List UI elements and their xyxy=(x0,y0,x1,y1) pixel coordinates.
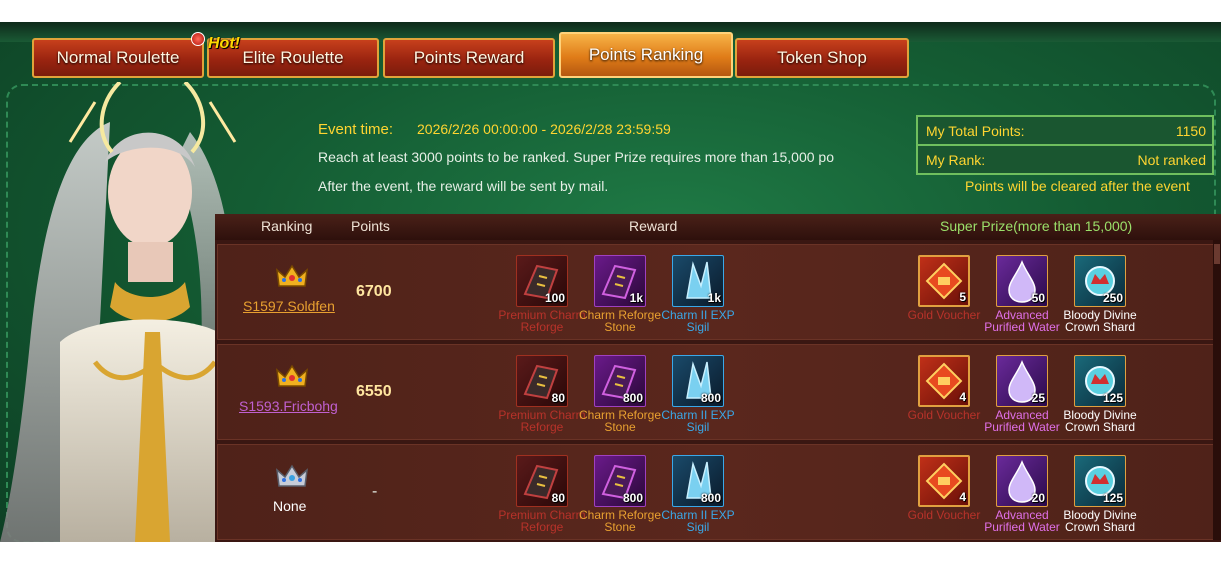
item-count: 250 xyxy=(1102,291,1123,305)
item-label: Charm Reforge Stone xyxy=(578,409,662,434)
super-item-crown-shard[interactable]: 125 xyxy=(1074,355,1126,407)
item-count: 1k xyxy=(629,291,643,305)
player-points: 6700 xyxy=(356,283,392,300)
item-count: 800 xyxy=(700,491,721,505)
player-points: - xyxy=(372,483,378,500)
tab-token-shop[interactable]: Token Shop xyxy=(735,38,909,78)
item-label: Gold Voucher xyxy=(907,509,981,522)
tab-normal-roulette[interactable]: Normal Roulette xyxy=(32,38,204,78)
table-header: Ranking Points Reward Super Prize(more t… xyxy=(215,214,1221,240)
silver-crown-icon xyxy=(276,464,308,487)
scrollbar-thumb[interactable] xyxy=(1214,244,1220,264)
item-label: Premium Charm Reforge xyxy=(498,309,586,334)
my-rank-label: My Rank: xyxy=(926,151,986,168)
item-label: Charm Reforge Stone xyxy=(578,509,662,534)
reward-item-exp-sigil[interactable]: 800 xyxy=(672,355,724,407)
header-points: Points xyxy=(351,218,390,234)
my-rank-row: My Rank: Not ranked xyxy=(918,144,1212,173)
super-item-crown-shard[interactable]: 125 xyxy=(1074,455,1126,507)
item-count: 80 xyxy=(551,391,565,405)
super-item-purified-water[interactable]: 50 xyxy=(996,255,1048,307)
my-rank-value: Not ranked xyxy=(1137,151,1206,168)
event-window: Normal Roulette Elite Roulette Points Re… xyxy=(0,22,1221,542)
super-item-purified-water[interactable]: 20 xyxy=(996,455,1048,507)
table-row: None - 80 Premium Charm Reforge 800 Char… xyxy=(217,444,1217,540)
item-label: Charm Reforge Stone xyxy=(578,309,662,334)
item-label: Premium Charm Reforge xyxy=(498,409,586,434)
total-points-row: My Total Points: 1150 xyxy=(918,117,1212,144)
reward-item-premium-reforge[interactable]: 80 xyxy=(516,355,568,407)
my-stats-box: My Total Points: 1150 My Rank: Not ranke… xyxy=(916,115,1214,175)
item-count: 20 xyxy=(1031,491,1045,505)
ranking-table: Ranking Points Reward Super Prize(more t… xyxy=(215,214,1221,542)
reward-item-reforge-stone[interactable]: 1k xyxy=(594,255,646,307)
item-label: Bloody Divine Crown Shard xyxy=(1063,509,1137,534)
header-super-prize: Super Prize(more than 15,000) xyxy=(940,218,1133,234)
hot-badge: Hot! xyxy=(208,35,240,52)
table-row: S1593.Fricbohg 6550 80 Premium Charm Ref… xyxy=(217,344,1217,440)
item-count: 4 xyxy=(959,390,966,404)
reward-item-premium-reforge[interactable]: 80 xyxy=(516,455,568,507)
event-time-label: Event time: xyxy=(318,121,394,138)
super-item-crown-shard[interactable]: 250 xyxy=(1074,255,1126,307)
table-row: S1597.Soldfen 6700 100 Premium Charm Ref… xyxy=(217,244,1217,340)
item-label: Premium Charm Reforge xyxy=(498,509,586,534)
mail-note-text: After the event, the reward will be sent… xyxy=(318,178,609,194)
reward-item-reforge-stone[interactable]: 800 xyxy=(594,455,646,507)
item-count: 50 xyxy=(1031,291,1045,305)
super-item-gold-voucher[interactable]: 4 xyxy=(918,455,970,507)
super-item-gold-voucher[interactable]: 5 xyxy=(918,255,970,307)
item-label: Bloody Divine Crown Shard xyxy=(1063,409,1137,434)
player-name-link[interactable]: S1593.Fricbohg xyxy=(239,398,338,414)
item-count: 80 xyxy=(551,491,565,505)
item-count: 100 xyxy=(544,291,565,305)
item-count: 125 xyxy=(1102,491,1123,505)
item-label: Bloody Divine Crown Shard xyxy=(1063,309,1137,334)
super-item-gold-voucher[interactable]: 4 xyxy=(918,355,970,407)
item-label: Advanced Purified Water xyxy=(984,509,1060,534)
ranking-rule-text: Reach at least 3000 points to be ranked.… xyxy=(318,149,834,165)
item-label: Gold Voucher xyxy=(907,309,981,322)
item-label: Gold Voucher xyxy=(907,409,981,422)
heroine-portrait xyxy=(0,82,250,542)
total-points-label: My Total Points: xyxy=(926,122,1025,139)
item-label: Advanced Purified Water xyxy=(984,309,1060,334)
item-label: Charm II EXP Sigil xyxy=(661,409,735,434)
reward-item-exp-sigil[interactable]: 800 xyxy=(672,455,724,507)
item-count: 1k xyxy=(707,291,721,305)
item-label: Charm II EXP Sigil xyxy=(661,309,735,334)
reward-item-exp-sigil[interactable]: 1k xyxy=(672,255,724,307)
table-scrollbar[interactable] xyxy=(1213,240,1221,540)
item-label: Charm II EXP Sigil xyxy=(661,509,735,534)
notification-dot-icon xyxy=(191,32,205,46)
gold-crown-icon xyxy=(276,264,308,287)
item-count: 25 xyxy=(1031,391,1045,405)
super-item-purified-water[interactable]: 25 xyxy=(996,355,1048,407)
event-time-value: 2026/2/26 00:00:00 - 2026/2/28 23:59:59 xyxy=(417,121,671,137)
player-points: 6550 xyxy=(356,383,392,400)
points-cleared-note: Points will be cleared after the event xyxy=(965,178,1190,194)
total-points-value: 1150 xyxy=(1175,122,1206,139)
header-ranking: Ranking xyxy=(261,218,313,234)
item-count: 125 xyxy=(1102,391,1123,405)
reward-item-premium-reforge[interactable]: 100 xyxy=(516,255,568,307)
player-name-link[interactable]: S1597.Soldfen xyxy=(243,298,335,314)
item-count: 800 xyxy=(700,391,721,405)
item-count: 800 xyxy=(622,391,643,405)
reward-item-reforge-stone[interactable]: 800 xyxy=(594,355,646,407)
header-reward: Reward xyxy=(629,218,678,234)
item-count: 4 xyxy=(959,490,966,504)
tab-points-ranking[interactable]: Points Ranking xyxy=(559,32,733,78)
item-label: Advanced Purified Water xyxy=(984,409,1060,434)
player-name: None xyxy=(273,498,307,514)
gold-crown-icon xyxy=(276,364,308,387)
item-count: 800 xyxy=(622,491,643,505)
item-count: 5 xyxy=(959,290,966,304)
tab-points-reward[interactable]: Points Reward xyxy=(383,38,555,78)
